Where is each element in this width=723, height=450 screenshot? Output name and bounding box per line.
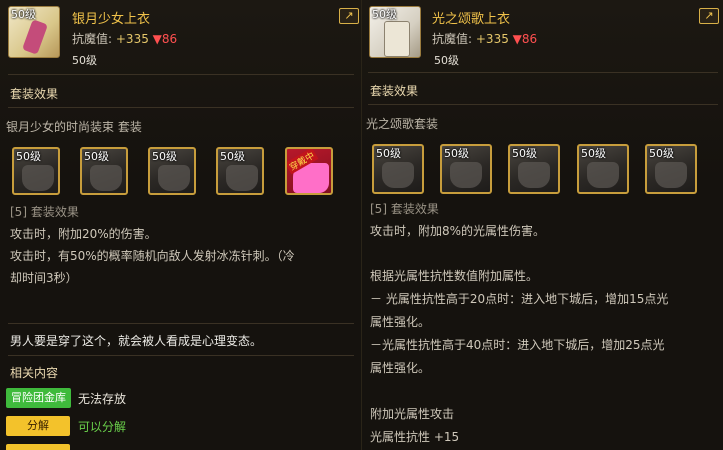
armor-piece-icon <box>90 165 122 191</box>
item-thumbnail: 50级 <box>8 6 60 58</box>
thumbnail-level: 50级 <box>372 8 397 21</box>
flavor-text: 男人要是穿了这个，就会被人看成是心理变态。 <box>10 334 263 348</box>
effect-header: [5] 套装效果 <box>10 205 79 219</box>
stat-down-value: ▼86 <box>152 32 178 46</box>
set-piece-slot[interactable]: 50级 <box>508 144 560 194</box>
armor-piece-icon <box>158 165 190 191</box>
slot-level: 50级 <box>444 147 469 160</box>
effect-line: － 光属性抗性高于20点时：进入地下城后，增加15点光 <box>370 292 669 306</box>
related-content-title: 相关内容 <box>10 366 59 380</box>
slot-level: 50级 <box>220 150 245 163</box>
stat-up-value: +335 <box>115 32 149 46</box>
garment-icon <box>22 19 48 55</box>
vault-status-text: 无法存放 <box>78 392 127 406</box>
slot-level: 50级 <box>376 147 401 160</box>
slot-level: 50级 <box>512 147 537 160</box>
effect-line: 属性强化。 <box>370 315 431 329</box>
set-effect-title: 套装效果 <box>10 87 59 101</box>
adventure-vault-tag: 冒险团金库 <box>6 388 71 408</box>
armor-piece-icon <box>587 162 619 188</box>
slot-level: 50级 <box>152 150 177 163</box>
set-effect-title: 套装效果 <box>370 84 419 98</box>
magic-resist-stat: 抗魔值: +335 ▼86 <box>72 30 177 47</box>
effect-line: 属性强化。 <box>370 361 431 375</box>
slot-level: 50级 <box>84 150 109 163</box>
slot-level: 50级 <box>649 147 674 160</box>
divider <box>8 74 354 75</box>
effect-header: [5] 套装效果 <box>370 202 439 216</box>
set-piece-slot[interactable]: 50级 <box>80 147 128 195</box>
armor-piece-icon <box>518 162 550 188</box>
garment-icon <box>384 21 410 57</box>
divider <box>8 323 354 324</box>
effect-line: 攻击时，附加8%的光属性伤害。 <box>370 224 546 238</box>
share-icon[interactable]: ↗ <box>339 8 359 24</box>
partial-tag <box>6 444 70 450</box>
effect-line: 附加光属性攻击 <box>370 407 455 421</box>
right-item-tooltip: 50级 光之颂歌上衣 ↗ 抗魔值: +335 ▼86 50级 套装效果 光之颂歌… <box>362 0 723 450</box>
thumbnail-level: 50级 <box>11 8 36 21</box>
effect-line: －光属性抗性高于40点时：进入地下城后，增加25点光 <box>370 338 665 352</box>
set-piece-slot[interactable]: 50级 <box>577 144 629 194</box>
armor-piece-icon <box>655 162 687 188</box>
magic-resist-stat: 抗魔值: +335 ▼86 <box>432 30 537 47</box>
stat-up-value: +335 <box>475 32 509 46</box>
effect-line: 攻击时，有50%的概率随机向敌人发射冰冻针刺。（冷 <box>10 249 295 263</box>
share-icon[interactable]: ↗ <box>699 8 719 24</box>
divider <box>368 104 718 105</box>
item-thumbnail: 50级 <box>369 6 421 58</box>
set-piece-slot[interactable]: 50级 <box>12 147 60 195</box>
stat-label: 抗魔值: <box>72 32 113 46</box>
slot-level: 50级 <box>581 147 606 160</box>
set-piece-slot[interactable]: 50级 <box>216 147 264 195</box>
effect-line: 光属性抗性 +15 <box>370 430 460 444</box>
armor-piece-icon <box>226 165 258 191</box>
item-level: 50级 <box>72 54 97 67</box>
set-piece-slot-equipped[interactable]: 穿戴中 <box>285 147 333 195</box>
slot-level: 50级 <box>16 150 41 163</box>
divider <box>8 107 354 108</box>
divider <box>368 72 718 73</box>
stat-label: 抗魔值: <box>432 32 473 46</box>
divider <box>8 355 354 356</box>
armor-piece-icon <box>450 162 482 188</box>
set-piece-slot[interactable]: 50级 <box>372 144 424 194</box>
effect-line: 却时间3秒） <box>10 271 78 285</box>
set-piece-slot[interactable]: 50级 <box>645 144 697 194</box>
disassemble-tag: 分解 <box>6 416 70 436</box>
set-piece-slot[interactable]: 50级 <box>148 147 196 195</box>
item-name: 光之颂歌上衣 <box>432 12 511 27</box>
stat-down-value: ▼86 <box>512 32 538 46</box>
armor-piece-icon <box>382 162 414 188</box>
item-name: 银月少女上衣 <box>72 12 151 27</box>
set-name: 光之颂歌套装 <box>366 117 439 131</box>
left-item-tooltip: 50级 银月少女上衣 ↗ 抗魔值: +335 ▼86 50级 套装效果 银月少女… <box>0 0 361 450</box>
disassemble-status-text: 可以分解 <box>78 420 127 434</box>
armor-piece-icon <box>22 165 54 191</box>
set-name: 银月少女的时尚装束 套装 <box>6 120 142 134</box>
effect-line: 攻击时，附加20%的伤害。 <box>10 227 157 241</box>
set-piece-slot[interactable]: 50级 <box>440 144 492 194</box>
effect-line: 根据光属性抗性数值附加属性。 <box>370 269 539 283</box>
item-level: 50级 <box>434 54 459 67</box>
